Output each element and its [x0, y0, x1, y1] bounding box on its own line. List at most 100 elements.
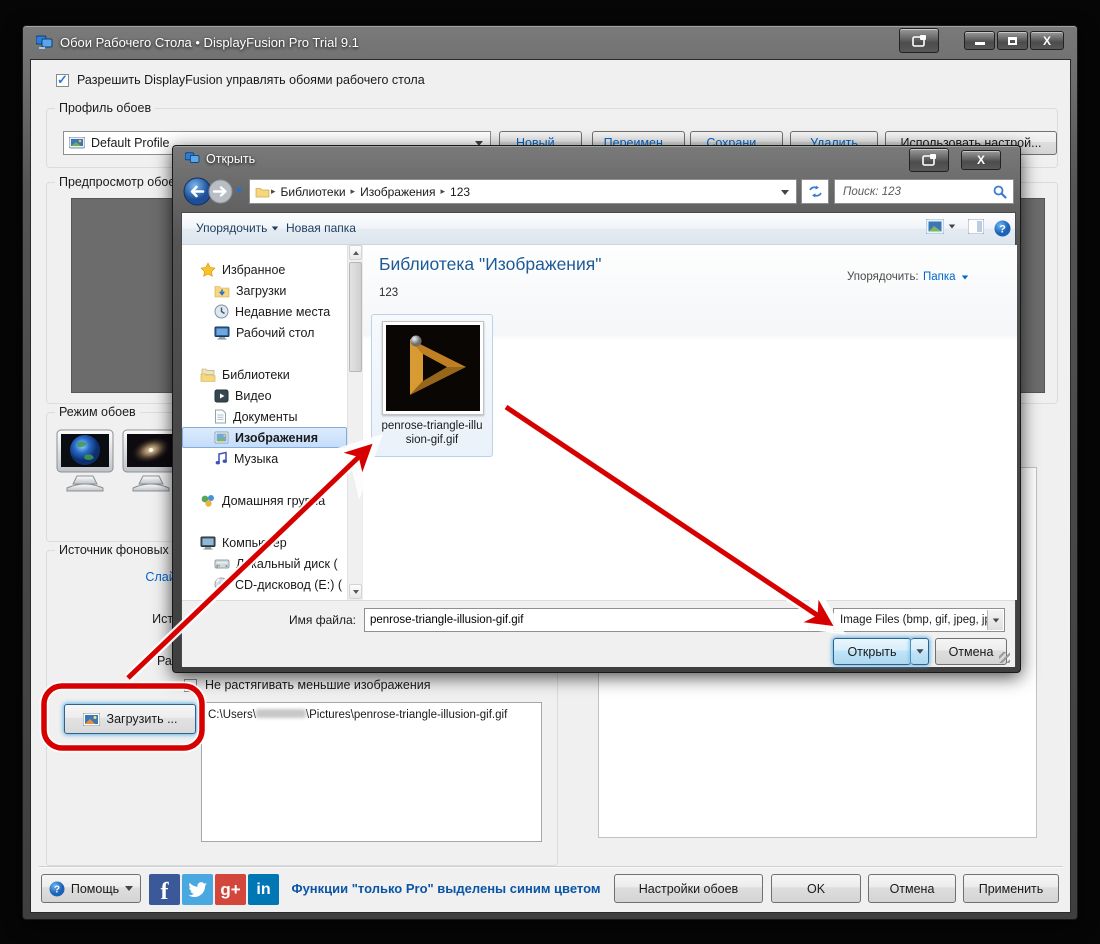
sidebar-item-computer[interactable]: Компьютер — [200, 532, 287, 553]
profile-group-label: Профиль обоев — [55, 101, 155, 115]
views-icon — [926, 219, 944, 234]
library-subtitle: 123 — [379, 287, 398, 299]
sidebar-item-homegroup[interactable]: Домашняя группа — [200, 490, 325, 511]
open-split-caret[interactable] — [911, 638, 929, 665]
manage-wallpaper-label: Разрешить DisplayFusion управлять обоями… — [77, 73, 425, 87]
source-group-label: Источник фоновых и — [55, 543, 183, 557]
nav-scrollbar[interactable] — [347, 245, 362, 600]
cd-drive-icon — [214, 577, 229, 592]
wallpaper-settings-button[interactable]: Настройки обоев — [614, 874, 763, 903]
preview-pane-button[interactable] — [968, 219, 984, 234]
apply-button[interactable]: Применить — [963, 874, 1059, 903]
maximize-button[interactable] — [997, 31, 1028, 50]
twitter-icon[interactable] — [182, 874, 213, 905]
help-button[interactable]: ? Помощь — [41, 874, 141, 903]
image-path-item: C:\Users\\Pictures\penrose-triangle-illu… — [208, 709, 507, 721]
sidebar-item-label: Локальный диск ( — [236, 557, 338, 571]
breadcrumb-item[interactable]: Библиотеки — [277, 185, 350, 199]
arrange-label: Упорядочить: — [847, 271, 919, 283]
filename-combobox[interactable] — [364, 608, 826, 632]
dialog-cancel-button[interactable]: Отмена — [935, 638, 1007, 665]
help-icon-button[interactable]: ? — [994, 220, 1011, 237]
preview-pane-icon — [968, 219, 984, 234]
recent-places-icon — [214, 304, 229, 319]
monitors-preview-icon[interactable] — [55, 428, 183, 510]
arrange-dropdown[interactable]: Папка — [923, 271, 969, 283]
facebook-icon[interactable]: f — [149, 874, 180, 905]
breadcrumb-item[interactable]: 123 — [446, 185, 474, 199]
filename-input[interactable] — [365, 614, 825, 626]
sidebar-item-label: Избранное — [222, 263, 285, 277]
chevron-down-icon — [949, 225, 955, 229]
filetype-dropdown-caret[interactable] — [987, 610, 1003, 630]
sidebar-item-downloads-folder[interactable]: Загрузки — [214, 280, 286, 301]
forward-button[interactable] — [208, 179, 233, 204]
scroll-down-button[interactable] — [349, 584, 362, 599]
sidebar-item-local-disk[interactable]: Локальный диск ( — [214, 553, 338, 574]
breadcrumb-history-caret[interactable] — [781, 190, 789, 195]
filetype-dropdown[interactable]: Image Files (bmp, gif, jpeg, jp — [833, 608, 1005, 632]
load-image-button[interactable]: Загрузить ... — [64, 704, 196, 734]
no-stretch-checkbox[interactable] — [184, 679, 197, 692]
dialog-move-button[interactable] — [909, 148, 949, 172]
chevron-down-icon — [272, 226, 278, 230]
sidebar-item-label: Рабочий стол — [236, 326, 314, 340]
sidebar-item-recent-places[interactable]: Недавние места — [214, 301, 330, 322]
refresh-button[interactable] — [801, 179, 829, 204]
open-button[interactable]: Открыть — [833, 638, 911, 665]
search-icon[interactable] — [993, 185, 1007, 199]
sidebar-item-label: Библиотеки — [222, 368, 290, 382]
wallpaper-image-list[interactable]: C:\Users\\Pictures\penrose-triangle-illu… — [201, 702, 542, 842]
mode-group-label: Режим обоев — [55, 405, 140, 419]
sidebar-item-music-library[interactable]: Музыка — [214, 448, 278, 469]
close-button[interactable]: X — [1030, 31, 1064, 50]
help-icon: ? — [49, 881, 65, 897]
sidebar-item-label: Домашняя группа — [222, 494, 325, 508]
minimize-button[interactable] — [964, 31, 995, 50]
help-icon: ? — [994, 220, 1011, 237]
dialog-title: Открыть — [206, 152, 255, 166]
filename-label: Имя файла: — [289, 613, 356, 627]
file-name-line1: penrose-triangle-illu — [372, 419, 492, 433]
sidebar-item-star[interactable]: Избранное — [200, 259, 285, 280]
views-button[interactable] — [926, 219, 956, 234]
preview-group-label: Предпросмотр обоев — [55, 175, 186, 189]
resize-grip[interactable] — [999, 652, 1010, 663]
help-label: Помощь — [71, 882, 119, 896]
googleplus-icon[interactable]: g+ — [215, 874, 246, 905]
organize-button[interactable]: Упорядочить — [196, 221, 279, 235]
pictures-library-icon — [214, 431, 229, 444]
history-dropdown-caret[interactable] — [235, 188, 243, 193]
filename-dropdown-caret[interactable] — [808, 610, 824, 630]
scroll-up-button[interactable] — [349, 245, 362, 260]
music-library-icon — [214, 451, 228, 466]
profile-combobox-value: Default Profile — [85, 136, 170, 150]
search-box[interactable]: Поиск: 123 — [834, 179, 1014, 204]
cancel-button[interactable]: Отмена — [868, 874, 956, 903]
sidebar-item-cd-drive[interactable]: CD-дисковод (E:) ( — [214, 574, 342, 595]
open-dialog-icon — [185, 152, 200, 165]
sidebar-item-pictures-library[interactable]: Изображения — [214, 427, 318, 448]
ok-button[interactable]: OK — [771, 874, 861, 903]
scrollbar-thumb[interactable] — [349, 262, 362, 372]
sidebar-item-libraries[interactable]: Библиотеки — [200, 364, 290, 385]
sidebar-item-label: Загрузки — [236, 284, 286, 298]
sidebar-item-desktop[interactable]: Рабочий стол — [214, 322, 314, 343]
chevron-down-icon — [961, 275, 967, 279]
sidebar-item-video-library[interactable]: Видео — [214, 385, 272, 406]
open-dialog: Открыть X ▸Библиотеки▸Изображения▸123 По… — [172, 145, 1021, 673]
linkedin-icon[interactable]: in — [248, 874, 279, 905]
libraries-icon — [200, 368, 216, 382]
breadcrumb[interactable]: ▸Библиотеки▸Изображения▸123 — [270, 185, 474, 199]
dialog-client: Упорядочить Новая папка — [181, 212, 1016, 666]
file-item[interactable]: penrose-triangle-illu sion-gif.gif — [371, 314, 493, 457]
chevron-down-icon — [125, 886, 133, 891]
breadcrumb-item[interactable]: Изображения — [356, 185, 439, 199]
dialog-close-button[interactable]: X — [961, 150, 1001, 170]
new-folder-button[interactable]: Новая папка — [286, 221, 356, 235]
filetype-value: Image Files (bmp, gif, jpeg, jp — [834, 614, 1004, 626]
window-move-button[interactable] — [899, 28, 939, 53]
manage-wallpaper-checkbox[interactable] — [56, 74, 69, 87]
breadcrumb-bar[interactable]: ▸Библиотеки▸Изображения▸123 — [249, 179, 797, 204]
sidebar-item-documents-library[interactable]: Документы — [214, 406, 297, 427]
